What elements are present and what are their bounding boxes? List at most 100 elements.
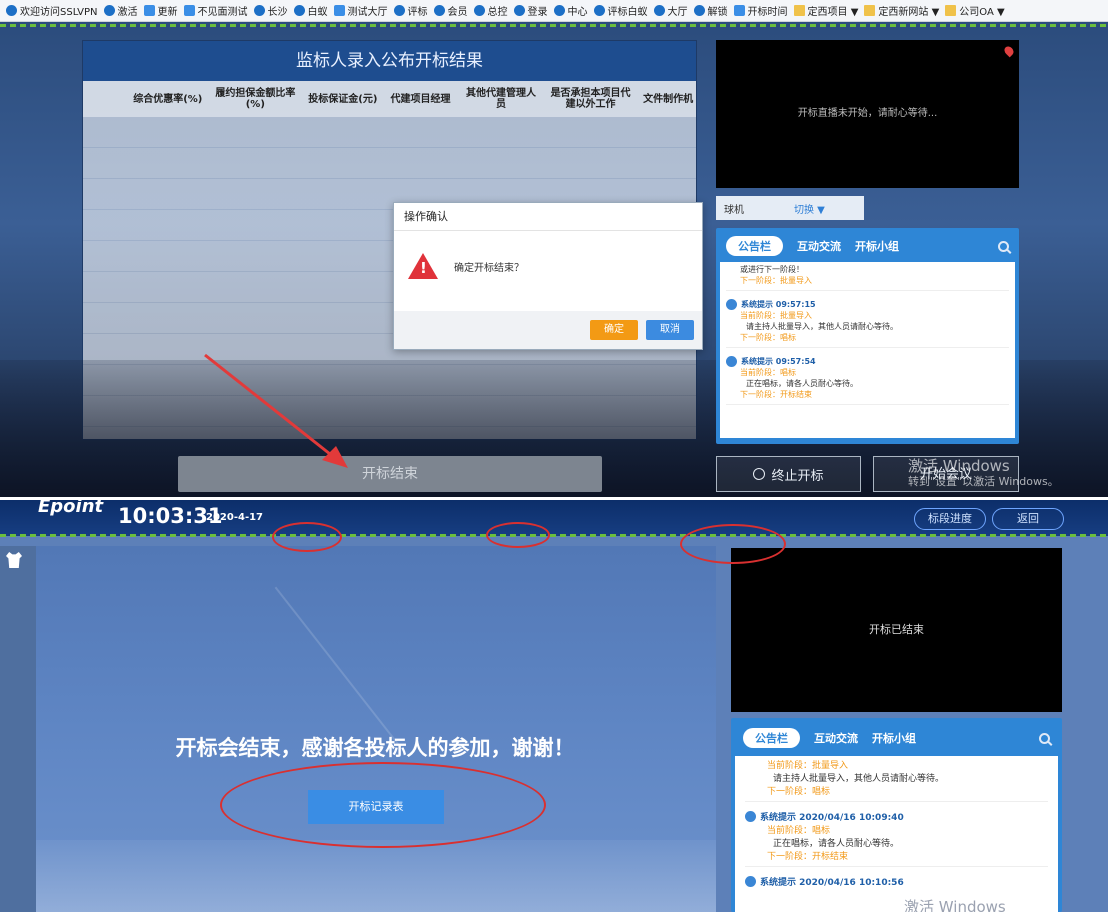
progress-dash-line bbox=[0, 534, 1108, 537]
message-body: 正在唱标，请各人员耐心等待。 bbox=[773, 839, 900, 849]
stop-bid-opening-button[interactable]: 终止开标 bbox=[716, 456, 861, 492]
tab-interaction[interactable]: 互动交流 bbox=[797, 238, 841, 254]
bookmark-item[interactable]: 白蚁 bbox=[293, 3, 328, 18]
message-next-stage: 下一阶段：开标结束 bbox=[740, 390, 812, 399]
bookmark-label: 总控 bbox=[487, 7, 508, 18]
message-next-stage: 下一阶段：唱标 bbox=[740, 333, 796, 342]
bookmark-item[interactable]: 定西新网站 ▼ bbox=[864, 3, 939, 18]
message-list[interactable]: 或进行下一阶段！ 下一阶段：批量导入 系统提示 09:57:15 当前阶段：批量… bbox=[720, 262, 1015, 438]
ie-icon bbox=[653, 5, 665, 16]
bookmark-item[interactable]: 评标 bbox=[393, 3, 428, 18]
end-bid-opening-button[interactable]: 开标结束 bbox=[178, 456, 602, 492]
bookmark-item[interactable]: 大厅 bbox=[653, 3, 688, 18]
bookmark-label: 评标白蚁 bbox=[607, 7, 648, 18]
camera-selector[interactable]: 球机 切换 ▼ bbox=[716, 196, 864, 220]
bookmark-item[interactable]: 开标时间 bbox=[733, 3, 788, 18]
column-header: 其他代建管理人员 bbox=[466, 88, 537, 110]
bookmark-label: 定西项目 ▼ bbox=[807, 7, 859, 18]
annotation-circle bbox=[220, 762, 546, 848]
camera-switch-dropdown[interactable]: 切换 ▼ bbox=[794, 201, 825, 216]
section-progress-button[interactable]: 标段进度 bbox=[914, 508, 986, 530]
dialog-body: 确定开标结束？ bbox=[394, 231, 702, 301]
bookmark-item[interactable]: 更新 bbox=[143, 3, 178, 18]
cancel-button[interactable]: 取消 bbox=[646, 320, 694, 340]
bookmark-item[interactable]: 解锁 bbox=[693, 3, 728, 18]
bookmark-item[interactable]: 测试大厅 bbox=[333, 3, 388, 18]
bookmark-item[interactable]: 长沙 bbox=[253, 3, 288, 18]
folder-icon bbox=[945, 5, 957, 16]
bookmark-label: 白蚁 bbox=[307, 7, 328, 18]
bookmark-item[interactable]: 会员 bbox=[433, 3, 468, 18]
bookmark-item[interactable]: 激活 bbox=[103, 3, 138, 18]
bookmark-label: 不见面测试 bbox=[197, 7, 248, 18]
search-icon[interactable] bbox=[1039, 732, 1050, 744]
bookmark-item[interactable]: 定西项目 ▼ bbox=[793, 3, 859, 18]
page-icon bbox=[183, 5, 195, 16]
brand-logo: Epoint bbox=[38, 500, 104, 517]
ie-icon bbox=[553, 5, 565, 16]
light-streak-decoration bbox=[274, 586, 400, 746]
bookmark-item[interactable]: 不见面测试 bbox=[183, 3, 248, 18]
bookmark-label: 定西新网站 ▼ bbox=[878, 7, 940, 18]
list-item: 或进行下一阶段！ 下一阶段：批量导入 bbox=[726, 264, 1009, 291]
bookmark-label: 公司OA ▼ bbox=[959, 7, 1005, 18]
user-avatar-icon bbox=[745, 876, 756, 887]
page-icon bbox=[733, 5, 745, 16]
tab-opening-group[interactable]: 开标小组 bbox=[855, 238, 899, 254]
tab-announcements[interactable]: 公告栏 bbox=[726, 236, 783, 256]
message-next-stage: 下一阶段：开标结束 bbox=[767, 852, 849, 862]
bookmark-label: 更新 bbox=[157, 7, 178, 18]
bookmark-item[interactable]: 评标白蚁 bbox=[593, 3, 648, 18]
back-button[interactable]: 返回 bbox=[992, 508, 1064, 530]
ie-icon bbox=[253, 5, 265, 16]
panel-tabs: 公告栏 互动交流 开标小组 bbox=[716, 228, 1019, 264]
confirm-button[interactable]: 确定 bbox=[590, 320, 638, 340]
message-sender: 系统提示 09:57:54 bbox=[741, 357, 816, 366]
closing-message: 开标会结束，感谢各投标人的参加，谢谢！ bbox=[175, 736, 575, 760]
bookmark-label: 会员 bbox=[447, 7, 468, 18]
ie-icon bbox=[473, 5, 485, 16]
folder-icon bbox=[864, 5, 876, 16]
bookmark-item[interactable]: 登录 bbox=[513, 3, 548, 18]
video-status: 开标已结束 bbox=[869, 623, 924, 636]
bookmark-item[interactable]: 公司OA ▼ bbox=[945, 3, 1005, 18]
bookmark-label: 解锁 bbox=[707, 7, 728, 18]
tab-announcements[interactable]: 公告栏 bbox=[743, 728, 800, 748]
column-header: 综合优惠率(%) bbox=[133, 93, 203, 105]
bookmark-item[interactable]: 总控 bbox=[473, 3, 508, 18]
watermark-title: 激活 Windows bbox=[908, 457, 1010, 475]
bookmark-item[interactable]: 中心 bbox=[553, 3, 588, 18]
bookmark-label: 大厅 bbox=[667, 7, 688, 18]
message-stage: 当前阶段：批量导入 bbox=[767, 761, 849, 771]
message-body: 正在唱标，请各人员耐心等待。 bbox=[746, 379, 858, 388]
tab-interaction[interactable]: 互动交流 bbox=[814, 730, 858, 746]
list-item: 系统提示 09:57:54 当前阶段：唱标 正在唱标，请各人员耐心等待。 下一阶… bbox=[726, 356, 1009, 405]
panel-title: 监标人录入公布开标结果 bbox=[83, 41, 696, 81]
bookmark-item[interactable]: 欢迎访问SSLVPN bbox=[6, 3, 98, 18]
auditorium-background bbox=[36, 840, 716, 912]
video-status: 开标直播未开始，请耐心等待... bbox=[797, 108, 938, 119]
message-body: 或进行下一阶段！ bbox=[740, 265, 804, 274]
camera-label: 球机 bbox=[724, 204, 744, 216]
panel-tabs: 公告栏 互动交流 开标小组 bbox=[731, 718, 1062, 758]
ie-icon bbox=[6, 5, 17, 16]
list-item: 当前阶段：批量导入 请主持人批量导入，其他人员请耐心等待。 下一阶段：唱标 bbox=[745, 758, 1048, 802]
live-video-panel: 开标已结束 bbox=[731, 548, 1062, 712]
progress-dash-line bbox=[0, 24, 1108, 27]
column-header: 履约担保金额比率(%) bbox=[215, 88, 296, 110]
message-list[interactable]: 当前阶段：批量导入 请主持人批量导入，其他人员请耐心等待。 下一阶段：唱标 系统… bbox=[735, 756, 1058, 912]
search-icon[interactable] bbox=[998, 240, 1009, 252]
bookmark-label: 长沙 bbox=[267, 7, 288, 18]
folder-icon bbox=[793, 5, 805, 16]
announcement-panel: 公告栏 互动交流 开标小组 当前阶段：批量导入 请主持人批量导入，其他人员请耐心… bbox=[731, 718, 1062, 912]
bookmarks-bar: 欢迎访问SSLVPN 激活 更新 不见面测试 长沙 白蚁 测试大厅 评标 会员 总控 登录 中心 评标白… bbox=[0, 0, 1108, 22]
bookmark-label: 登录 bbox=[527, 7, 548, 18]
ie-icon bbox=[693, 5, 705, 16]
dialog-title: 操作确认 bbox=[394, 203, 702, 231]
user-avatar-icon bbox=[726, 356, 737, 367]
dialog-footer: 确定 取消 bbox=[394, 311, 702, 349]
message-body: 请主持人批量导入，其他人员请耐心等待。 bbox=[746, 322, 898, 331]
user-avatar-icon bbox=[726, 299, 737, 310]
tab-opening-group[interactable]: 开标小组 bbox=[872, 730, 916, 746]
column-header: 投标保证金(元) bbox=[308, 93, 378, 105]
